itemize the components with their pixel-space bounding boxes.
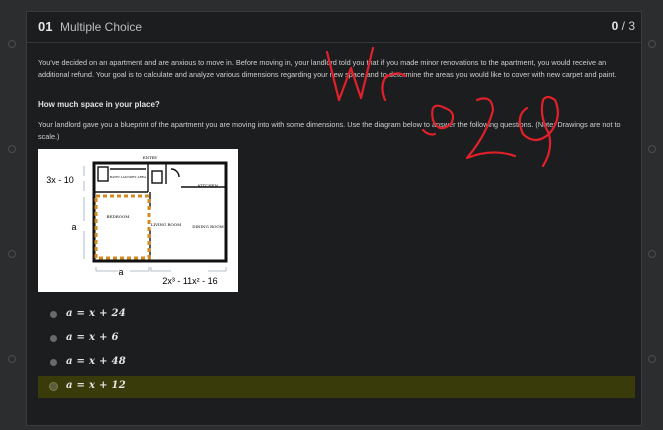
- background-dot: [648, 40, 656, 48]
- choice-label: a = x + 12: [66, 380, 127, 391]
- choice-label: a = x + 48: [66, 356, 127, 367]
- dining-room-label: DINING ROOM: [192, 224, 224, 229]
- background-dot: [648, 355, 656, 363]
- handwritten-annotation: [325, 46, 560, 168]
- background-dot: [648, 145, 656, 153]
- answer-choice-2[interactable]: a = x + 6: [38, 328, 635, 350]
- progress-current: 0: [611, 19, 619, 33]
- answer-choice-4-selected[interactable]: a = x + 12: [38, 376, 635, 398]
- bath-label: BATH/ LAUNDRY AREA: [110, 175, 147, 179]
- background-dot: [8, 145, 16, 153]
- entry-label: ENTRY: [143, 155, 158, 160]
- radio-button[interactable]: [50, 311, 57, 318]
- background-dot: [8, 355, 16, 363]
- choice-label: a = x + 24: [66, 308, 127, 319]
- radio-button[interactable]: [50, 383, 57, 390]
- question-type: Multiple Choice: [60, 20, 143, 34]
- answer-choice-1[interactable]: a = x + 24: [38, 304, 635, 326]
- question-progress: 0 / 3: [612, 19, 635, 33]
- dimension-bottom-right: 2x³ - 11x² - 16: [162, 276, 217, 286]
- question-card: 01 Multiple Choice 0 / 3 You've decided …: [26, 11, 642, 426]
- radio-button[interactable]: [50, 335, 57, 342]
- blueprint-svg: ENTRY BATH/ LAUNDRY AREA KITCHEN BEDROOM…: [46, 155, 228, 286]
- dimension-left: a: [71, 222, 76, 232]
- kitchen-label: KITCHEN: [198, 183, 219, 188]
- background-dot: [8, 40, 16, 48]
- background-dot: [648, 250, 656, 258]
- question-number: 01: [38, 19, 53, 34]
- radio-button[interactable]: [50, 359, 57, 366]
- apartment-blueprint: ENTRY BATH/ LAUNDRY AREA KITCHEN BEDROOM…: [38, 149, 238, 292]
- dimension-bottom-left: a: [118, 267, 123, 277]
- progress-total: / 3: [621, 19, 635, 33]
- living-room-label: LIVING ROOM: [151, 222, 181, 227]
- choice-label: a = x + 6: [66, 332, 119, 343]
- background-dot: [8, 250, 16, 258]
- answer-choice-3[interactable]: a = x + 48: [38, 352, 635, 374]
- dimension-top-left: 3x - 10: [46, 175, 74, 185]
- bedroom-label: BEDROOM: [107, 214, 130, 219]
